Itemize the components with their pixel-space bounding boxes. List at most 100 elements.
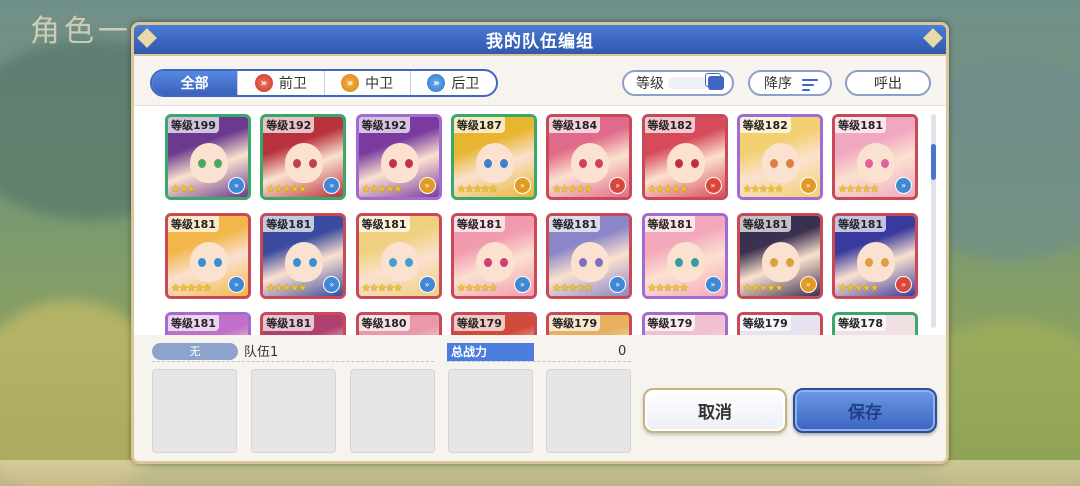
team-formation-dialog: 我的队伍编组 全部 » 前卫 » 中卫 » 后卫 等级 降序 呼出 等级199 ★…	[131, 22, 949, 464]
character-eye	[388, 159, 397, 168]
character-eye	[198, 258, 206, 267]
character-level: 等级192	[358, 117, 410, 133]
total-power-label: 总战力	[447, 343, 534, 361]
character-card[interactable]: 等级181 ★★★★★ »	[165, 213, 251, 299]
role-filter-tabs: 全部 » 前卫 » 中卫 » 后卫	[150, 69, 498, 97]
character-eye	[674, 159, 683, 168]
mid-role-icon: »	[799, 276, 817, 293]
character-level: 等级181	[453, 216, 505, 232]
character-card[interactable]: 等级181 ★★★★★»	[260, 213, 347, 299]
character-card[interactable]: 等级184 ★★★★★»	[546, 114, 633, 200]
character-face	[857, 143, 896, 183]
front-role-icon: »	[254, 74, 273, 92]
star-rating-icon: ★★★★★	[171, 283, 212, 294]
back-role-icon: »	[895, 177, 913, 194]
character-face	[666, 143, 705, 183]
team-name[interactable]: 队伍1	[244, 341, 278, 360]
character-face	[475, 242, 514, 282]
scrollbar-thumb[interactable]	[931, 144, 936, 180]
sort-level-label: 等级	[636, 76, 664, 92]
character-card[interactable]: 等级182 ★★★★★ »	[736, 114, 823, 200]
character-face	[190, 242, 228, 282]
character-eye	[483, 159, 492, 168]
star-rating-icon: ★★★★★	[742, 184, 784, 195]
cancel-button[interactable]: 取消	[643, 388, 787, 433]
character-level: 等级181	[168, 315, 219, 331]
dialog-title: 我的队伍编组	[486, 32, 594, 52]
window-stack-icon	[708, 76, 724, 90]
character-level: 等级182	[644, 117, 696, 133]
character-face	[666, 242, 705, 282]
team-slot-1[interactable]	[152, 369, 237, 453]
character-card[interactable]: 等级181 ★★★★★»	[355, 213, 442, 299]
character-level: 等级181	[168, 216, 219, 232]
sort-descending-icon	[802, 79, 818, 94]
dialog-titlebar: 我的队伍编组	[134, 25, 946, 56]
character-level: 等级187	[453, 117, 505, 133]
character-eye	[214, 258, 222, 267]
character-card[interactable]: 等级181 ★★★★★»	[450, 213, 537, 299]
tab-label: 前卫	[278, 76, 307, 92]
character-card[interactable]: 等级192 ★★★★★»	[355, 114, 442, 200]
character-level: 等级192	[263, 117, 315, 133]
front-role-icon: »	[704, 177, 722, 194]
character-level: 等级181	[263, 216, 315, 232]
star-rating-icon: ★★★★★	[361, 283, 403, 294]
character-level: 等级184	[549, 117, 601, 133]
character-face	[285, 143, 324, 183]
tab-mid[interactable]: » 中卫	[323, 71, 410, 95]
front-role-icon: »	[895, 276, 913, 293]
recall-button[interactable]: 呼出	[845, 70, 931, 96]
divider	[152, 361, 434, 362]
character-card[interactable]: 等级181 ★★★★★»	[736, 213, 823, 299]
character-level: 等级181	[835, 216, 887, 232]
character-eye	[214, 159, 222, 168]
character-face	[571, 242, 610, 282]
star-rating-icon: ★★★★★	[838, 184, 879, 195]
mid-role-icon: »	[513, 177, 531, 194]
character-level: 等级199	[168, 117, 219, 133]
sort-order-button[interactable]: 降序	[748, 70, 832, 96]
character-eye	[388, 258, 397, 267]
team-slot-2[interactable]	[251, 369, 336, 453]
character-face	[380, 143, 419, 183]
grid-scrollbar[interactable]	[931, 114, 936, 328]
character-eye	[404, 258, 413, 267]
character-level: 等级181	[549, 216, 601, 232]
character-card[interactable]: 等级199 ★★★ »	[165, 114, 251, 200]
sort-level-button[interactable]: 等级	[622, 70, 734, 96]
character-card[interactable]: 等级187 ★★★★★ »	[450, 114, 537, 200]
star-rating-icon: ★★★★★	[742, 283, 784, 294]
tab-all[interactable]: 全部	[152, 71, 238, 95]
character-card[interactable]: 等级182 ★★★★★ »	[641, 114, 728, 200]
team-slot-3[interactable]	[350, 369, 435, 453]
character-card[interactable]: 等级181 ★★★★★»	[546, 213, 633, 299]
tab-back[interactable]: » 后卫	[409, 71, 496, 95]
recall-label: 呼出	[874, 76, 902, 92]
team-slot-5[interactable]	[546, 369, 631, 453]
character-eye	[404, 159, 413, 168]
character-card[interactable]: 等级181 ★★★★★»	[832, 114, 919, 200]
save-button[interactable]: 保存	[793, 388, 937, 433]
character-eye	[690, 258, 699, 267]
character-card[interactable]: 等级181 ★★★★★»	[641, 213, 728, 299]
character-card[interactable]: 等级192 ★★★★★»	[260, 114, 347, 200]
star-rating-icon: ★★★★★	[361, 184, 403, 195]
tab-label: 全部	[180, 76, 209, 92]
star-rating-icon: ★★★★★	[266, 184, 307, 195]
team-slot-4[interactable]	[448, 369, 533, 453]
tab-label: 中卫	[365, 76, 394, 92]
character-face	[380, 242, 419, 282]
character-card[interactable]: 等级181 ★★★★★ »	[832, 213, 919, 299]
back-role-icon: »	[513, 276, 531, 293]
tab-front[interactable]: » 前卫	[237, 71, 323, 95]
back-role-icon: »	[228, 177, 245, 194]
back-role-icon: »	[228, 276, 245, 293]
character-eye	[785, 258, 794, 267]
character-eye	[785, 159, 794, 168]
star-rating-icon: ★★★★★	[456, 184, 498, 195]
star-rating-icon: ★★★★★	[838, 283, 879, 294]
character-eye	[690, 159, 699, 168]
character-eye	[499, 258, 508, 267]
character-level: 等级178	[835, 315, 887, 331]
